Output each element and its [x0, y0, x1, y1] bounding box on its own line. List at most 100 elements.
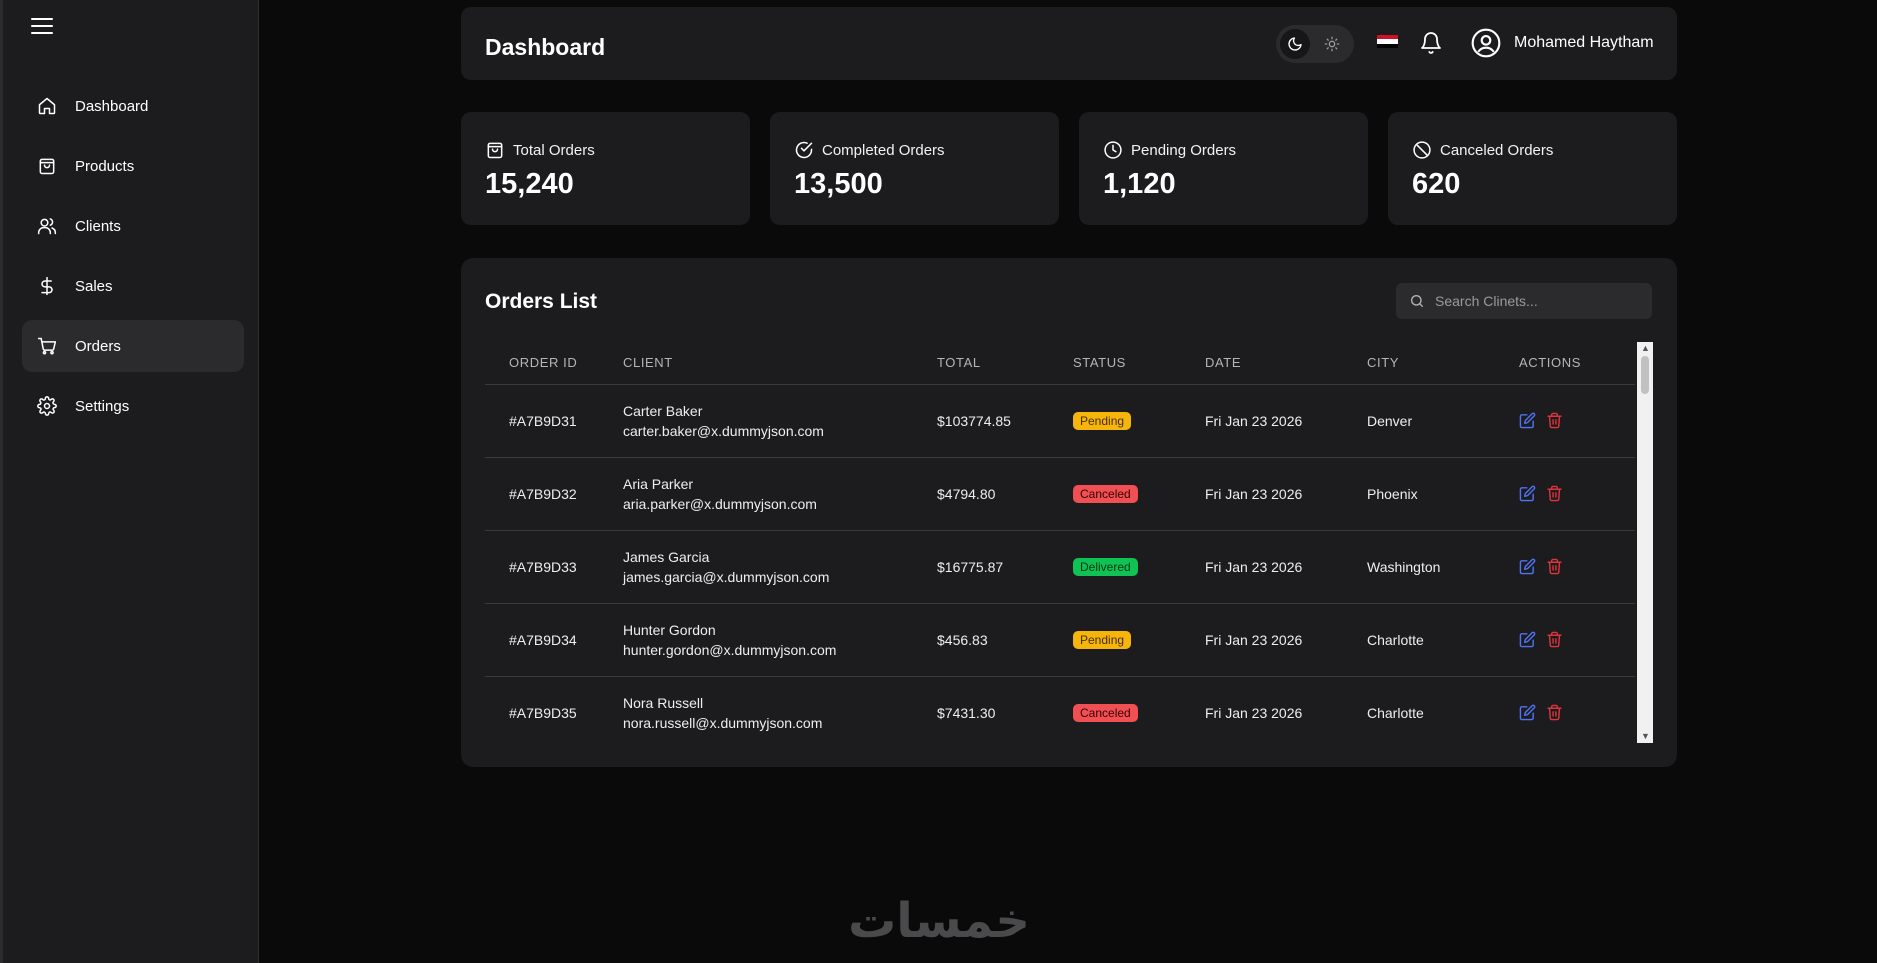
cart-icon [37, 336, 57, 356]
date-cell: Fri Jan 23 2026 [1205, 384, 1367, 458]
client-name: Nora Russell [623, 694, 704, 711]
client-name: James Garcia [623, 548, 710, 565]
status-cell: Canceled [1073, 676, 1205, 743]
sidebar-item-dashboard[interactable]: Dashboard [22, 80, 244, 132]
sidebar-item-settings[interactable]: Settings [22, 380, 244, 432]
table-row[interactable]: #A7B9D31 Carter Baker carter.baker@x.dum… [485, 384, 1635, 458]
stat-card-pending-orders: Pending Orders 1,120 [1079, 112, 1368, 225]
stat-value: 13,500 [794, 168, 883, 200]
dollar-icon [37, 276, 57, 296]
client-email: carter.baker@x.dummyjson.com [623, 422, 824, 439]
status-badge: Delivered [1073, 557, 1138, 576]
city-cell: Charlotte [1367, 704, 1424, 721]
total-cell: $7431.30 [937, 704, 996, 721]
language-flag-icon[interactable] [1377, 35, 1398, 48]
column-header-total: TOTAL [937, 342, 1073, 385]
orders-table: ORDER ID CLIENT TOTAL STATUS DATE CITY A… [485, 342, 1635, 743]
clock-icon [1104, 141, 1122, 159]
stat-value: 15,240 [485, 168, 574, 200]
column-header-client: CLIENT [623, 342, 937, 385]
client-cell: Nora Russell nora.russell@x.dummyjson.co… [623, 676, 937, 743]
delete-icon[interactable] [1546, 485, 1563, 502]
stat-value: 1,120 [1103, 168, 1176, 200]
search-icon [1411, 295, 1423, 307]
sidebar-item-label: Orders [75, 337, 121, 355]
order-id-cell: #A7B9D34 [485, 603, 623, 677]
actions-cell [1519, 384, 1635, 458]
edit-icon[interactable] [1519, 631, 1536, 648]
client-name: Hunter Gordon [623, 621, 716, 638]
khamsat-logo: خمسات [848, 893, 1030, 945]
date-cell: Fri Jan 23 2026 [1205, 457, 1367, 531]
sidebar-item-label: Dashboard [75, 97, 149, 115]
sidebar-item-label: Sales [75, 277, 113, 295]
menu-icon[interactable] [31, 18, 53, 36]
search-input[interactable] [1435, 293, 1635, 309]
orders-card: Orders List ORDER ID CLIENT TOTAL STATUS… [461, 258, 1677, 767]
top-header: Dashboard Mohamed Haytham [461, 7, 1677, 80]
svg-text:خمسات: خمسات [848, 893, 1030, 945]
orders-table-wrapper[interactable]: ORDER ID CLIENT TOTAL STATUS DATE CITY A… [485, 342, 1653, 743]
sidebar-nav: Dashboard Products Clients Sales Orders [22, 80, 244, 440]
orders-title: Orders List [485, 290, 598, 313]
order-id-cell: #A7B9D35 [509, 704, 577, 721]
edit-icon[interactable] [1519, 558, 1536, 575]
table-row[interactable]: #A7B9D34 Hunter Gordon hunter.gordon@x.d… [485, 603, 1635, 677]
city-cell: Charlotte [1367, 603, 1519, 677]
sun-icon[interactable] [1324, 36, 1340, 52]
theme-toggle[interactable] [1276, 25, 1354, 63]
stat-value: 620 [1412, 168, 1461, 200]
client-name: Carter Baker [623, 402, 703, 419]
delete-icon[interactable] [1546, 412, 1563, 429]
table-row[interactable]: #A7B9D33 James Garcia james.garcia@x.dum… [485, 530, 1635, 604]
column-header-date: DATE [1205, 342, 1367, 385]
stat-card-canceled-orders: Canceled Orders 620 [1388, 112, 1677, 225]
bag-icon [487, 142, 503, 159]
column-header-actions: ACTIONS [1519, 342, 1635, 385]
client-cell: Carter Baker carter.baker@x.dummyjson.co… [623, 384, 937, 458]
order-id-cell: #A7B9D33 [485, 530, 623, 604]
actions-cell [1519, 603, 1635, 677]
city-cell: Denver [1367, 384, 1519, 458]
status-badge: Canceled [1073, 484, 1138, 503]
sidebar-item-sales[interactable]: Sales [22, 260, 244, 312]
user-avatar-icon [1471, 28, 1501, 58]
edit-icon[interactable] [1519, 485, 1536, 502]
delete-icon[interactable] [1546, 704, 1563, 721]
sidebar-item-clients[interactable]: Clients [22, 200, 244, 252]
ban-icon [1413, 141, 1431, 159]
delete-icon[interactable] [1546, 558, 1563, 575]
stat-label: Canceled Orders [1440, 141, 1554, 159]
sidebar-item-orders[interactable]: Orders [22, 320, 244, 372]
stat-card-completed-orders: Completed Orders 13,500 [770, 112, 1059, 225]
sidebar-item-products[interactable]: Products [22, 140, 244, 192]
delete-icon[interactable] [1546, 631, 1563, 648]
edit-icon[interactable] [1519, 412, 1536, 429]
user-menu[interactable]: Mohamed Haytham [1470, 27, 1654, 59]
edit-icon[interactable] [1519, 704, 1536, 721]
sidebar: Dashboard Products Clients Sales Orders [0, 0, 259, 963]
table-row[interactable]: #A7B9D35 Nora Russell nora.russell@x.dum… [485, 676, 1635, 743]
table-scrollbar[interactable]: ▲ ▼ [1637, 342, 1653, 743]
column-header-status: STATUS [1073, 342, 1205, 385]
total-cell: $4794.80 [937, 457, 1073, 531]
table-row[interactable]: #A7B9D32 Aria Parker aria.parker@x.dummy… [485, 457, 1635, 531]
stat-label: Completed Orders [822, 141, 945, 159]
order-id-cell: #A7B9D32 [485, 457, 623, 531]
moon-icon[interactable] [1280, 29, 1310, 59]
stat-card-total-orders: Total Orders 15,240 [461, 112, 750, 225]
scrollbar-thumb[interactable] [1641, 356, 1649, 394]
order-id-cell: #A7B9D31 [485, 384, 623, 458]
date-cell: Fri Jan 23 2026 [1205, 603, 1367, 677]
scroll-down-arrow-icon[interactable]: ▼ [1641, 732, 1650, 741]
city-cell: Washington [1367, 530, 1519, 604]
total-cell: $16775.87 [937, 530, 1073, 604]
search-box[interactable] [1396, 283, 1652, 319]
client-cell: Hunter Gordon hunter.gordon@x.dummyjson.… [623, 603, 937, 677]
status-cell: Canceled [1073, 457, 1205, 531]
gear-icon [37, 396, 57, 416]
bell-icon[interactable] [1419, 30, 1443, 56]
shopping-bag-icon [37, 156, 57, 176]
scroll-up-arrow-icon[interactable]: ▲ [1641, 344, 1650, 353]
status-cell: Pending [1073, 603, 1205, 677]
